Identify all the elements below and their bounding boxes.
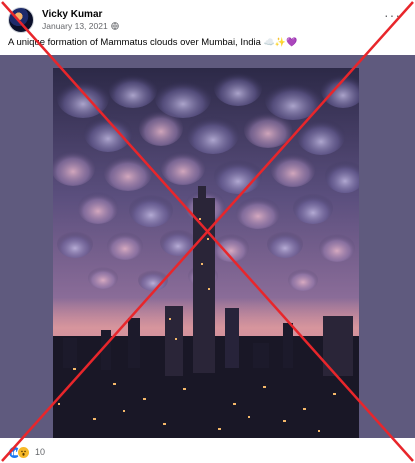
caption-text: A unique formation of Mammatus clouds ov…: [8, 37, 261, 48]
mammatus-clouds-photo[interactable]: [53, 68, 359, 438]
facebook-post: Vicky Kumar January 13, 2021 ··· A uniqu…: [0, 0, 415, 463]
post-dateline: January 13, 2021: [42, 21, 119, 32]
caption-emojis: ☁️✨💜: [263, 37, 298, 47]
post-header: Vicky Kumar January 13, 2021: [8, 5, 119, 35]
post-date[interactable]: January 13, 2021: [42, 21, 108, 32]
post-caption: A unique formation of Mammatus clouds ov…: [8, 37, 297, 48]
globe-icon: [110, 22, 119, 30]
author-name[interactable]: Vicky Kumar: [42, 9, 119, 21]
author-avatar[interactable]: [8, 7, 34, 33]
post-meta: Vicky Kumar January 13, 2021: [42, 9, 119, 32]
reaction-summary[interactable]: 10: [8, 444, 45, 460]
reaction-count[interactable]: 10: [35, 447, 45, 457]
post-media[interactable]: [0, 55, 415, 438]
more-options-icon[interactable]: ···: [384, 8, 401, 22]
wow-icon: [17, 445, 30, 459]
